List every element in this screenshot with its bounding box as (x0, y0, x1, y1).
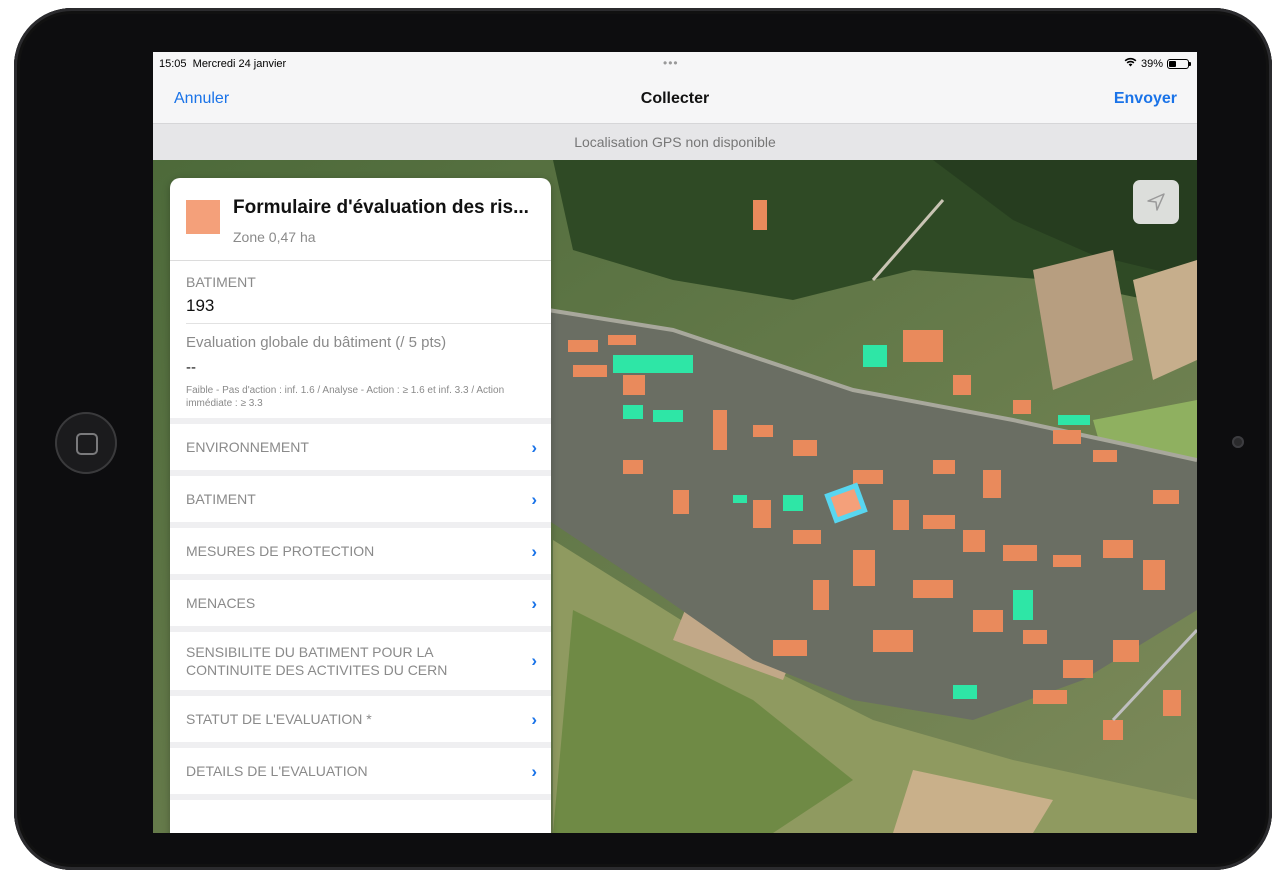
evaluation-label: Evaluation globale du bâtiment (/ 5 pts) (186, 334, 447, 351)
send-button[interactable]: Envoyer (1114, 90, 1177, 108)
screen: 15:05 Mercredi 24 janvier ••• 39% Annule… (153, 52, 1197, 833)
evaluation-value: -- (186, 359, 196, 376)
group-details-evaluation[interactable]: DETAILS DE L'EVALUATION › (170, 748, 551, 794)
group-environnement[interactable]: ENVIRONNEMENT › (170, 424, 551, 470)
group-batiment[interactable]: BATIMENT › (170, 476, 551, 522)
status-right: 39% (1124, 57, 1191, 70)
zone-area: Zone 0,47 ha (233, 229, 316, 245)
chevron-right-icon: › (531, 651, 537, 670)
group-menaces[interactable]: MENACES › (170, 580, 551, 626)
batiment-value[interactable]: 193 (186, 296, 214, 316)
group-statut-evaluation[interactable]: STATUT DE L'EVALUATION * › (170, 696, 551, 742)
front-camera (1232, 436, 1244, 448)
chevron-right-icon: › (531, 594, 537, 613)
form-header: Formulaire d'évaluation des ris... Zone … (170, 178, 551, 261)
chevron-right-icon: › (531, 438, 537, 457)
form-title: Formulaire d'évaluation des ris... (233, 197, 529, 218)
home-button-icon (76, 433, 98, 455)
group-sensibilite[interactable]: SENSIBILITE DU BATIMENT POUR LA CONTINUI… (170, 632, 551, 690)
chevron-right-icon: › (531, 490, 537, 509)
status-time: 15:05 Mercredi 24 janvier (159, 58, 287, 70)
group-mesures-de-protection[interactable]: MESURES DE PROTECTION › (170, 528, 551, 574)
navigation-bar: Annuler Collecter Envoyer (153, 74, 1197, 124)
locate-button[interactable] (1133, 180, 1179, 224)
divider (186, 323, 551, 324)
form-groups: ENVIRONNEMENT › BATIMENT › MESURES DE PROT… (170, 418, 551, 800)
evaluation-hint: Faible - Pas d'action : inf. 1.6 / Analy… (186, 385, 505, 409)
chevron-right-icon: › (531, 762, 537, 781)
form-panel: Formulaire d'évaluation des ris... Zone … (170, 178, 551, 833)
page-title: Collecter (640, 90, 710, 107)
gps-status-banner: Localisation GPS non disponible (153, 124, 1197, 160)
battery-fill (1169, 60, 1176, 67)
home-button[interactable] (55, 412, 117, 474)
battery-icon (1167, 58, 1191, 69)
status-bar: 15:05 Mercredi 24 janvier ••• 39% (153, 52, 1197, 74)
wifi-icon (1124, 57, 1137, 70)
chevron-right-icon: › (531, 710, 537, 729)
layer-symbol-swatch (186, 200, 220, 234)
batiment-label: BATIMENT (186, 274, 256, 290)
battery-percent: 39% (1140, 57, 1163, 70)
multitask-dots[interactable]: ••• (663, 56, 679, 70)
location-arrow-icon (1147, 193, 1165, 211)
chevron-right-icon: › (531, 542, 537, 561)
